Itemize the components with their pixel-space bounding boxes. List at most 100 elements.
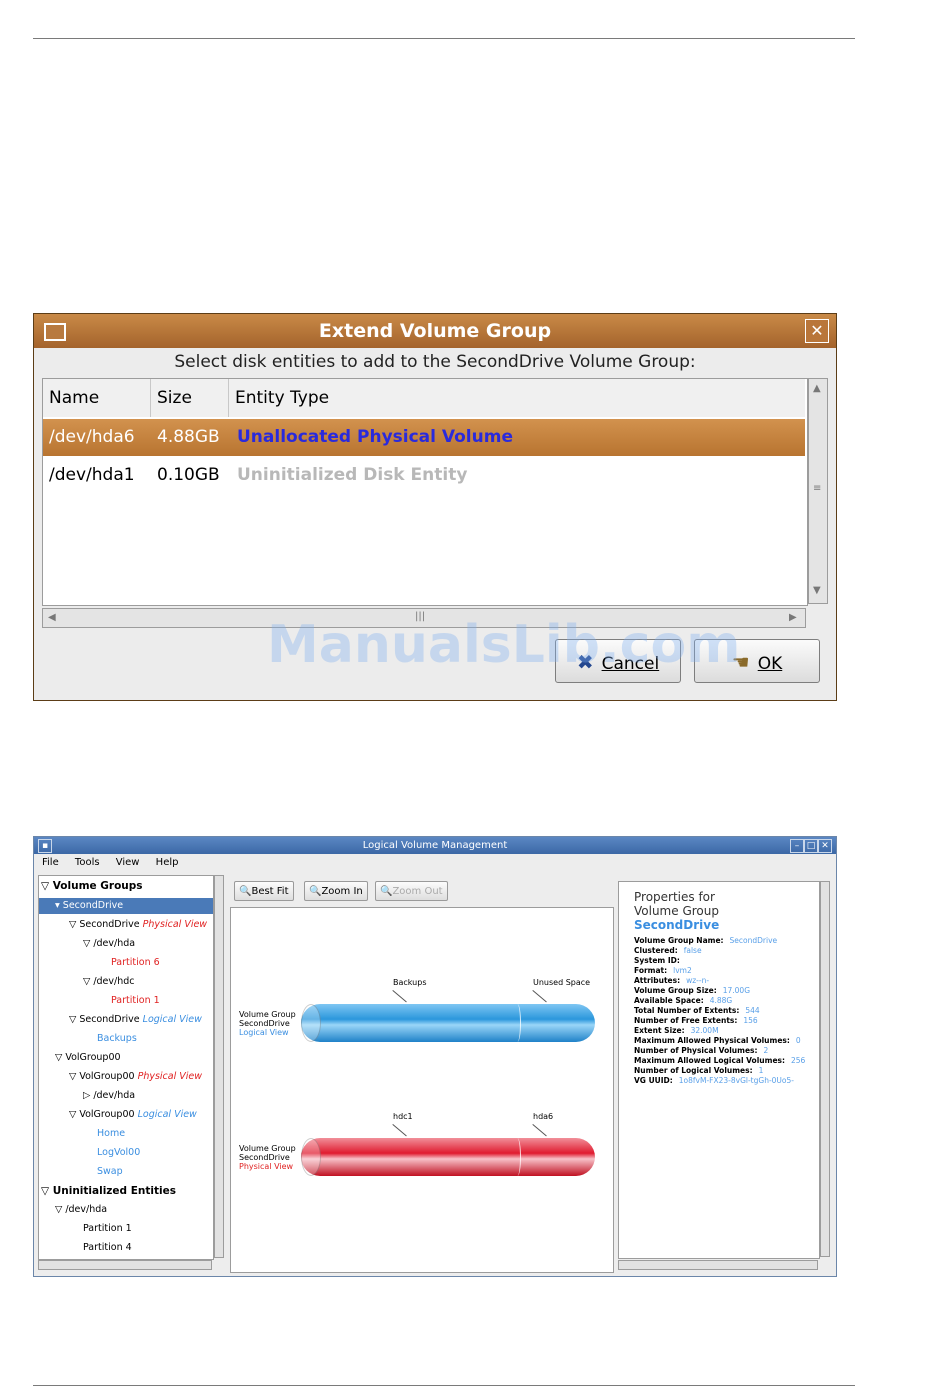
dialog-titlebar[interactable]: Extend Volume Group ✕ — [34, 314, 836, 348]
row-entity-type: Unallocated Physical Volume — [237, 427, 513, 447]
volume-tree[interactable]: ▽ Volume Groups ▾ SecondDrive ▽ SecondDr… — [38, 875, 214, 1260]
tree-item[interactable]: Partition 1 — [83, 1221, 132, 1237]
tree-item[interactable]: Partition 6 — [111, 955, 160, 971]
menu-view[interactable]: View — [116, 857, 140, 868]
tree-item[interactable]: ▽ Volume Groups — [41, 878, 143, 894]
property-value: wz--n- — [686, 976, 710, 985]
tree-item[interactable]: Home — [97, 1126, 125, 1142]
scroll-left-icon[interactable]: ◀ — [48, 612, 56, 623]
tree-item-label: /dev/hdc — [93, 976, 135, 987]
tree-item[interactable]: ▽ /dev/hda — [55, 1202, 107, 1218]
property-label: Format: — [634, 966, 668, 975]
caption-view: Physical View — [239, 1162, 294, 1171]
row-name: /dev/hda6 — [49, 427, 135, 447]
tree-item[interactable]: ▽ /dev/hda — [83, 936, 135, 952]
segment-label: Backups — [393, 978, 427, 987]
scroll-right-icon[interactable]: ▶ — [789, 612, 797, 623]
menu-help[interactable]: Help — [156, 857, 179, 868]
tree-item-label: VolGroup00 — [79, 1071, 135, 1082]
tree-horizontal-scrollbar[interactable] — [38, 1260, 212, 1270]
row-size: 4.88GB — [157, 427, 220, 447]
tree-item[interactable]: ▽ VolGroup00 Physical View — [69, 1069, 202, 1085]
leader-line — [532, 990, 547, 1003]
tree-item[interactable]: ▷ /dev/hda — [83, 1088, 135, 1104]
column-header-size[interactable]: Size — [151, 379, 229, 417]
vertical-scrollbar[interactable]: ▲ ≡ ▼ — [808, 378, 828, 604]
logical-volume-bar[interactable] — [301, 1004, 595, 1042]
tree-item[interactable]: ▽ Uninitialized Entities — [41, 1183, 176, 1199]
scroll-down-icon[interactable]: ▼ — [813, 585, 821, 596]
close-icon[interactable]: ✕ — [805, 319, 829, 343]
maximize-icon[interactable]: □ — [804, 839, 818, 853]
window-menu-icon[interactable]: ▪ — [38, 839, 52, 853]
tree-item-label: SecondDrive — [62, 900, 124, 911]
column-header-name[interactable]: Name — [43, 379, 151, 417]
lvm-window: Logical Volume Management ▪ – □ ✕ File T… — [33, 836, 837, 1277]
properties-vertical-scrollbar[interactable] — [820, 881, 830, 1257]
physical-volume-bar[interactable] — [301, 1138, 595, 1176]
tree-item[interactable]: ▽ /dev/hdc — [83, 974, 135, 990]
property-value: 1o8fvM-FX23-8vGl-tgGh-0Uo5- — [678, 1076, 794, 1085]
menu-tools[interactable]: Tools — [75, 857, 100, 868]
zoom-out-label: Zoom Out — [392, 886, 443, 897]
property-label: Total Number of Extents: — [634, 1006, 740, 1015]
caption-line: SecondDrive — [239, 1153, 290, 1162]
tree-item-label: Volume Groups — [52, 880, 143, 892]
tree-item-label: LogVol00 — [97, 1147, 141, 1158]
tree-item[interactable]: Swap — [97, 1164, 123, 1180]
best-fit-button[interactable]: 🔍Best Fit — [234, 881, 294, 901]
tree-item-label: /dev/hda — [65, 1204, 108, 1215]
zoom-in-button[interactable]: 🔍Zoom In — [304, 881, 368, 901]
caption-line: Volume Group — [239, 1144, 296, 1153]
property-row: Attributes: wz--n- — [634, 976, 819, 986]
zoom-out-button[interactable]: 🔍Zoom Out — [375, 881, 448, 901]
menu-file[interactable]: File — [42, 857, 59, 868]
lvm-titlebar[interactable]: Logical Volume Management ▪ – □ ✕ — [34, 837, 836, 854]
tree-item[interactable]: ▽ SecondDrive Logical View — [69, 1012, 202, 1028]
column-header-entity-type[interactable]: Entity Type — [229, 379, 805, 417]
tree-item[interactable]: ▽ VolGroup00 Logical View — [69, 1107, 197, 1123]
caption-view: Logical View — [239, 1028, 289, 1037]
property-row: Clustered: false — [634, 946, 819, 956]
property-value: 156 — [743, 1016, 758, 1025]
close-icon[interactable]: ✕ — [818, 839, 832, 853]
property-label: Extent Size: — [634, 1026, 685, 1035]
property-row: Maximum Allowed Logical Volumes: 256 — [634, 1056, 819, 1066]
minimize-icon[interactable]: – — [790, 839, 804, 853]
tree-item[interactable]: Partition 1 — [111, 993, 160, 1009]
property-value: 2 — [763, 1046, 769, 1055]
tree-item[interactable]: Partition 4 — [83, 1240, 132, 1256]
segment-label: hda6 — [533, 1112, 554, 1121]
property-value: 32.00M — [690, 1026, 719, 1035]
property-label: Maximum Allowed Physical Volumes: — [634, 1036, 790, 1045]
tree-item[interactable]: ▽ SecondDrive Physical View — [69, 917, 207, 933]
tree-item[interactable]: ▾ SecondDrive — [55, 898, 123, 914]
zoom-out-icon: 🔍 — [380, 886, 393, 897]
table-row[interactable]: /dev/hda1 0.10GB Uninitialized Disk Enti… — [43, 457, 805, 494]
tree-item[interactable]: ▽ VolGroup00 — [55, 1050, 121, 1066]
row-name: /dev/hda1 — [49, 465, 135, 485]
property-row: Maximum Allowed Physical Volumes: 0 — [634, 1036, 819, 1046]
property-value: SecondDrive — [729, 936, 778, 945]
window-menu-icon[interactable] — [44, 323, 66, 341]
disk-entity-list[interactable]: Name Size Entity Type /dev/hda6 4.88GB U… — [42, 378, 808, 606]
tree-item[interactable]: LogVol00 — [97, 1145, 140, 1161]
property-value: 0 — [795, 1036, 801, 1045]
leader-line — [392, 990, 407, 1003]
scroll-grip-icon[interactable]: ≡ — [813, 483, 821, 494]
tree-vertical-scrollbar[interactable] — [214, 875, 224, 1258]
property-row: Total Number of Extents: 544 — [634, 1006, 819, 1016]
property-row: Number of Free Extents: 156 — [634, 1016, 819, 1026]
tree-item-label: Uninitialized Entities — [52, 1185, 176, 1197]
tree-item-label: SecondDrive — [79, 919, 140, 930]
table-row[interactable]: /dev/hda6 4.88GB Unallocated Physical Vo… — [43, 419, 805, 456]
tree-item[interactable]: Backups — [97, 1031, 137, 1047]
property-value: false — [683, 946, 702, 955]
scroll-up-icon[interactable]: ▲ — [813, 383, 821, 394]
volume-canvas[interactable]: Volume Group SecondDrive Logical View Ba… — [230, 907, 614, 1273]
properties-horizontal-scrollbar[interactable] — [618, 1260, 818, 1270]
dialog-title: Extend Volume Group — [318, 320, 552, 342]
tree-item-tag: Logical View — [142, 1014, 202, 1025]
property-value: 256 — [791, 1056, 806, 1065]
property-row: System ID: — [634, 956, 819, 966]
